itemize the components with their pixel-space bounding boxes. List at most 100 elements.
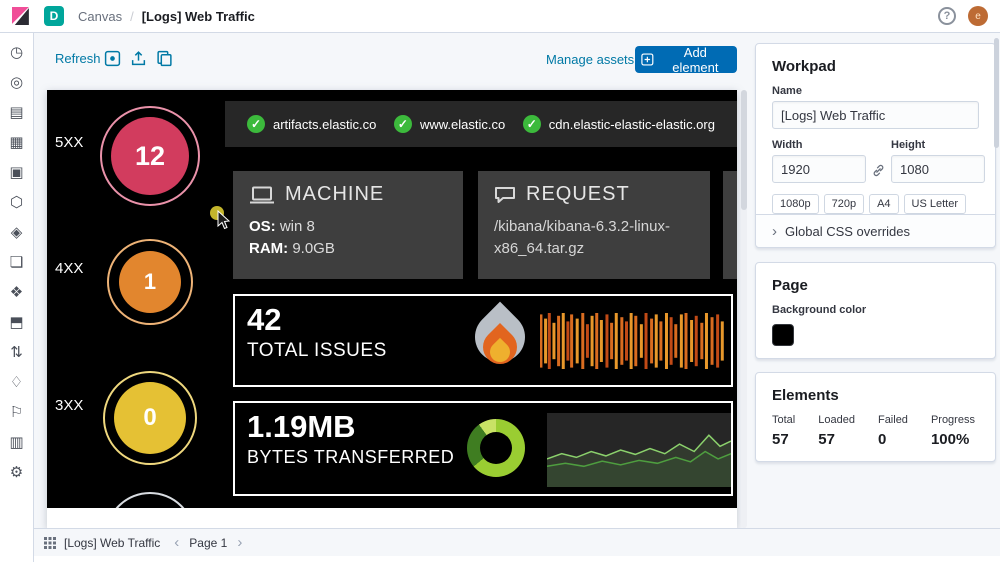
flame-icon <box>464 301 536 378</box>
page-settings-card: Page Background color <box>755 262 996 359</box>
management-icon[interactable]: ⚙ <box>10 463 23 481</box>
workpad-settings-card: Workpad Name Width Height 1080p720pA4US … <box>755 43 996 248</box>
clipped-panel <box>723 171 737 279</box>
dashboard-icon[interactable]: ▦ <box>9 133 23 151</box>
width-label: Width <box>772 139 803 151</box>
maps-icon[interactable]: ⬡ <box>10 193 23 211</box>
page-scrollbar[interactable] <box>994 38 999 553</box>
height-input[interactable] <box>891 155 985 183</box>
gauge-value: 1 <box>143 269 157 294</box>
uptime-icon[interactable]: ⇅ <box>10 343 23 361</box>
background-color-swatch[interactable] <box>772 324 794 346</box>
monitoring-icon[interactable]: ▥ <box>9 433 23 451</box>
graph-icon[interactable]: ♢ <box>10 373 23 391</box>
machine-ram-line: RAM: 9.0GB <box>249 239 335 257</box>
gauge-label: 3XX <box>55 397 84 414</box>
check-icon: ✓ <box>522 115 541 133</box>
gauge-4xx[interactable]: 4XX 1 <box>47 90 225 508</box>
canvas-scrollbar-thumb[interactable] <box>741 90 747 210</box>
donut-hole <box>480 432 512 464</box>
size-presets: 1080p 720p A4 US Letter <box>772 194 979 214</box>
infrastructure-icon[interactable]: ❏ <box>10 253 23 271</box>
control-settings-icon[interactable] <box>104 50 121 67</box>
status-label: cdn.elastic-elastic-elastic.org <box>548 116 715 132</box>
manage-assets-link[interactable]: Manage assets <box>546 52 634 67</box>
barcode-chart <box>539 313 726 369</box>
chevron-right-icon: › <box>772 222 777 240</box>
next-page-button[interactable]: › <box>237 535 242 550</box>
kibana-logo-icon[interactable] <box>12 7 30 25</box>
workpad-grid-icon[interactable] <box>44 536 56 549</box>
donut-chart <box>467 419 525 477</box>
status-item: ✓ artifacts.elastic.co <box>247 115 376 133</box>
total-issues-panel[interactable]: 42 TOTAL ISSUES <box>233 294 733 387</box>
logs-icon[interactable]: ❖ <box>10 283 23 301</box>
gauge-label: 5XX <box>55 134 84 151</box>
help-icon[interactable]: ? <box>938 7 956 25</box>
width-input[interactable] <box>772 155 866 183</box>
refresh-button[interactable]: Refresh <box>55 51 101 66</box>
status-item: ✓ cdn.elastic-elastic-elastic.org <box>522 115 715 133</box>
mouse-cursor <box>217 210 231 230</box>
gauge-3xx[interactable]: 3XX 0 <box>47 90 225 508</box>
gauge-value: 0 <box>143 404 157 431</box>
canvas-scrollbar[interactable] <box>741 90 747 528</box>
apm-icon[interactable]: ⬒ <box>9 313 23 331</box>
visualize-icon[interactable]: ▤ <box>9 103 23 121</box>
footer-workpad-name: [Logs] Web Traffic <box>64 535 161 550</box>
global-css-accordion[interactable]: › Global CSS overrides <box>756 214 995 247</box>
gauge-fill: 0 <box>114 382 186 454</box>
recent-icon[interactable]: ◷ <box>10 43 23 61</box>
elements-card-title: Elements <box>772 387 839 404</box>
machine-title: MACHINE <box>285 183 385 205</box>
preset-720p[interactable]: 720p <box>823 194 865 214</box>
discover-icon[interactable]: ◎ <box>10 73 23 91</box>
background-color-label: Background color <box>772 304 867 316</box>
issues-value: 42 <box>247 302 282 337</box>
request-panel[interactable]: REQUEST /kibana/kibana-6.3.2-linux- x86_… <box>478 171 710 279</box>
name-label: Name <box>772 85 802 97</box>
add-element-button[interactable]: Add element <box>635 44 737 75</box>
aspect-link-icon[interactable] <box>872 157 885 183</box>
issues-label: TOTAL ISSUES <box>247 339 387 361</box>
page-footer: [Logs] Web Traffic ‹ Page 1 › <box>34 528 1000 556</box>
height-label: Height <box>891 139 926 151</box>
status-strip[interactable]: ✓ artifacts.elastic.co ✓ www.elastic.co ✓ cdn… <box>225 101 737 147</box>
left-nav: ◷ ◎ ▤ ▦ ▣ ⬡ ◈ ❏ ❖ ⬒ ⇅ ♢ ⚐ ▥ ⚙ <box>0 33 34 562</box>
machine-panel[interactable]: MACHINE OS: win 8 RAM: 9.0GB <box>233 171 463 279</box>
gauge-fill: 12 <box>111 117 189 195</box>
share-icon[interactable] <box>156 50 173 67</box>
page-indicator: Page 1 <box>189 535 228 550</box>
gauge-ring: 12 <box>100 106 200 206</box>
status-label: www.elastic.co <box>419 116 506 132</box>
preset-1080p[interactable]: 1080p <box>772 194 819 214</box>
space-badge[interactable]: D <box>44 6 64 26</box>
machine-learning-icon[interactable]: ◈ <box>11 223 23 241</box>
status-item: ✓ www.elastic.co <box>393 115 506 133</box>
elements-card: Elements Total 57 Loaded 57 Failed 0 Progress 1… <box>755 372 996 462</box>
preset-us-letter[interactable]: US Letter <box>903 194 967 214</box>
add-element-icon <box>641 53 654 66</box>
gauge-label: 4XX <box>55 260 84 277</box>
dev-tools-icon[interactable]: ⚐ <box>10 403 23 421</box>
workpad-canvas[interactable]: 5XX 12 4XX 1 3XX 0 ✓ artifacts.elastic.co ✓ www.… <box>47 90 737 508</box>
avatar[interactable]: e <box>968 6 988 26</box>
gauge-5xx[interactable]: 5XX 12 <box>47 90 225 508</box>
breadcrumb-canvas[interactable]: Canvas <box>78 9 122 24</box>
page-card-title: Page <box>772 277 808 294</box>
export-icon[interactable] <box>130 50 147 67</box>
page-scrollbar-thumb[interactable] <box>994 38 999 148</box>
gauge-column: 5XX 12 4XX 1 3XX 0 <box>47 90 225 508</box>
workpad-name-input[interactable] <box>772 101 979 129</box>
request-path: /kibana/kibana-6.3.2-linux- x86_64.tar.g… <box>494 218 670 257</box>
add-element-label: Add element <box>672 44 719 75</box>
previous-page-button[interactable]: ‹ <box>174 535 179 550</box>
canvas-icon[interactable]: ▣ <box>9 163 23 181</box>
stat-progress: Progress 100% <box>930 414 975 448</box>
preset-a4[interactable]: A4 <box>869 194 899 214</box>
bytes-label: BYTES TRANSFERRED <box>247 446 455 467</box>
gauge-ring: 0 <box>103 371 197 465</box>
workpad-page: 5XX 12 4XX 1 3XX 0 ✓ artifacts.elastic.co ✓ www.… <box>47 90 737 528</box>
bytes-transferred-panel[interactable]: 1.19MB BYTES TRANSFERRED <box>233 401 733 496</box>
left-nav-items: ◷ ◎ ▤ ▦ ▣ ⬡ ◈ ❏ ❖ ⬒ ⇅ ♢ ⚐ ▥ ⚙ <box>9 43 23 481</box>
